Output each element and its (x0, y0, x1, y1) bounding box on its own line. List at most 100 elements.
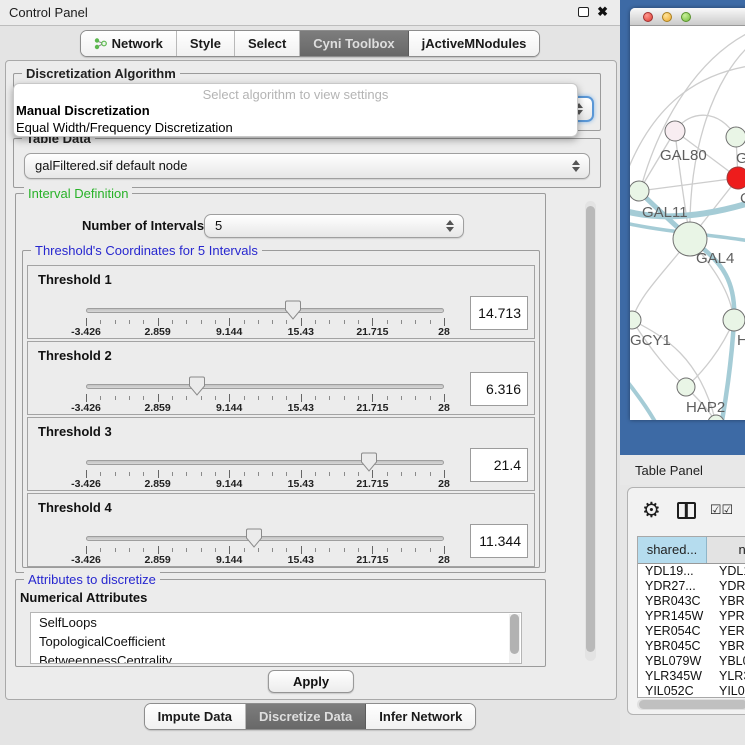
node-gal80[interactable] (665, 121, 685, 141)
float-window-icon[interactable] (578, 7, 589, 17)
slider-track[interactable] (86, 536, 444, 541)
gear-icon[interactable]: ⚙ (642, 498, 661, 523)
tick-label: 9.144 (216, 478, 242, 490)
interval-definition-group: Interval Definition Number of Intervals … (15, 193, 546, 573)
node-hap2[interactable] (677, 378, 695, 396)
tab-select[interactable]: Select (235, 31, 300, 56)
table-data-combobox[interactable]: galFiltered.sif default node (24, 153, 590, 179)
numerical-attributes-label: Numerical Attributes (20, 590, 147, 605)
table-horizontal-scrollbar[interactable] (637, 699, 745, 710)
node-red-selected[interactable] (727, 167, 745, 189)
slider-thumb[interactable] (360, 452, 377, 472)
algorithm-dropdown-popup: Select algorithm to view settings Manual… (13, 83, 578, 137)
panel-vertical-scrollbar[interactable] (585, 201, 596, 661)
network-canvas[interactable]: GAL80 GA C GAL11 GAL4 GCY1 H HAP2 (630, 27, 745, 420)
apply-button[interactable]: Apply (268, 670, 354, 693)
tick-label: 15.43 (288, 478, 314, 490)
tick-label: 2.859 (144, 402, 170, 414)
column-header-name[interactable]: na (707, 537, 745, 563)
threshold-label: Threshold 3 (38, 424, 112, 439)
tick-label: -3.426 (71, 554, 101, 566)
dropdown-option-manual[interactable]: Manual Discretization (16, 103, 150, 118)
slider-track[interactable] (86, 308, 444, 313)
threshold-3-panel: Threshold 3 -3.4262.8599.14415.4321.7152… (27, 417, 535, 491)
table-panel-window: ⚙ ☑☑ shared... na YDL19...YDL1 YDR27...Y… (627, 487, 745, 715)
node-label: C (740, 190, 745, 207)
threshold-4-panel: Threshold 4 -3.4262.8599.14415.4321.7152… (27, 493, 535, 567)
table-row[interactable]: YBR045CYBR0 (638, 639, 745, 654)
close-icon[interactable]: ✖ (597, 5, 608, 19)
select-columns-checkboxes-icon[interactable]: ☑☑ (710, 502, 733, 518)
slider-track[interactable] (86, 384, 444, 389)
threshold-value-field[interactable] (470, 448, 528, 482)
spinner-arrows-icon (572, 159, 580, 173)
slider-thumb[interactable] (188, 376, 205, 396)
table-row[interactable]: YBL079WYBL0 (638, 654, 745, 669)
tab-infer-network[interactable]: Infer Network (366, 704, 475, 729)
threshold-value-field[interactable] (470, 296, 528, 330)
close-traffic-light[interactable] (643, 12, 653, 22)
tick-label: 21.715 (356, 402, 388, 414)
list-scrollbar[interactable] (509, 614, 520, 664)
tick-labels: -3.4262.8599.14415.4321.71528 (86, 326, 444, 338)
attributes-group: Attributes to discretize Numerical Attri… (15, 579, 546, 667)
panel-title: Control Panel (9, 5, 88, 20)
tick-label: 21.715 (356, 478, 388, 490)
tick-label: 15.43 (288, 554, 314, 566)
threshold-value-field[interactable] (470, 524, 528, 558)
list-item[interactable]: BetweennessCentrality (31, 651, 521, 664)
table-row[interactable]: YPR145WYPR1 (638, 609, 745, 624)
tick-marks (86, 318, 444, 326)
dropdown-hint: Select algorithm to view settings (14, 87, 577, 102)
network-window: GAL80 GA C GAL11 GAL4 GCY1 H HAP2 (630, 8, 745, 420)
threshold-label: Threshold 4 (38, 500, 112, 515)
tick-label: 2.859 (144, 478, 170, 490)
tick-label: 2.859 (144, 554, 170, 566)
attributes-list[interactable]: SelfLoops TopologicalCoefficient Between… (30, 612, 522, 664)
table-row[interactable]: YER054CYER0 (638, 624, 745, 639)
tab-cyni-toolbox[interactable]: Cyni Toolbox (300, 31, 408, 56)
node-label: HAP2 (686, 399, 725, 416)
slider-track[interactable] (86, 460, 444, 465)
list-item[interactable]: TopologicalCoefficient (31, 632, 521, 651)
tab-style[interactable]: Style (177, 31, 235, 56)
node-right-mid[interactable] (723, 309, 745, 331)
node-label: GA (736, 150, 745, 167)
node-gcy1[interactable] (630, 311, 641, 329)
table-panel-toolbar: ⚙ ☑☑ (628, 488, 745, 532)
list-item[interactable]: SelfLoops (31, 613, 521, 632)
tick-marks (86, 470, 444, 478)
control-panel: Control Panel ✖ Network Style Select Cyn… (0, 0, 620, 745)
table-row[interactable]: YLR345WYLR3 (638, 669, 745, 684)
bottom-tab-bar: Impute Data Discretize Data Infer Networ… (0, 703, 620, 730)
slider-thumb[interactable] (246, 528, 263, 548)
cyni-toolbox-panel: Discretization Algorithm Select algorith… (5, 60, 617, 700)
threshold-label: Threshold 1 (38, 272, 112, 287)
tab-network[interactable]: Network (81, 31, 177, 56)
table-row[interactable]: YIL052CYIL0 (638, 684, 745, 698)
tick-label: 28 (438, 326, 450, 338)
tick-label: 28 (438, 402, 450, 414)
zoom-traffic-light[interactable] (681, 12, 691, 22)
tab-discretize-data[interactable]: Discretize Data (246, 704, 366, 729)
dropdown-option-equal-width[interactable]: Equal Width/Frequency Discretization (16, 120, 233, 135)
intervals-value: 5 (215, 218, 222, 233)
group-title: Threshold's Coordinates for 5 Intervals (31, 243, 262, 258)
number-of-intervals-label: Number of Intervals (82, 218, 204, 233)
number-of-intervals-combobox[interactable]: 5 (204, 214, 464, 238)
minimize-traffic-light[interactable] (662, 12, 672, 22)
slider-thumb[interactable] (284, 300, 301, 320)
control-panel-titlebar: Control Panel ✖ (0, 0, 620, 26)
node-top-right[interactable] (726, 127, 745, 147)
threshold-value-field[interactable] (470, 372, 528, 406)
columns-icon[interactable] (677, 502, 696, 519)
tab-impute-data[interactable]: Impute Data (145, 704, 246, 729)
node-label: GCY1 (630, 332, 671, 349)
column-header-shared-name[interactable]: shared... (638, 537, 707, 563)
tab-label: Network (112, 31, 163, 56)
table-row[interactable]: YBR043CYBR0 (638, 594, 745, 609)
table-row[interactable]: YDR27...YDR2 (638, 579, 745, 594)
table-row[interactable]: YDL19...YDL1 (638, 564, 745, 579)
tab-jactivemnodules[interactable]: jActiveMNodules (409, 31, 540, 56)
node-gal11[interactable] (630, 181, 649, 201)
